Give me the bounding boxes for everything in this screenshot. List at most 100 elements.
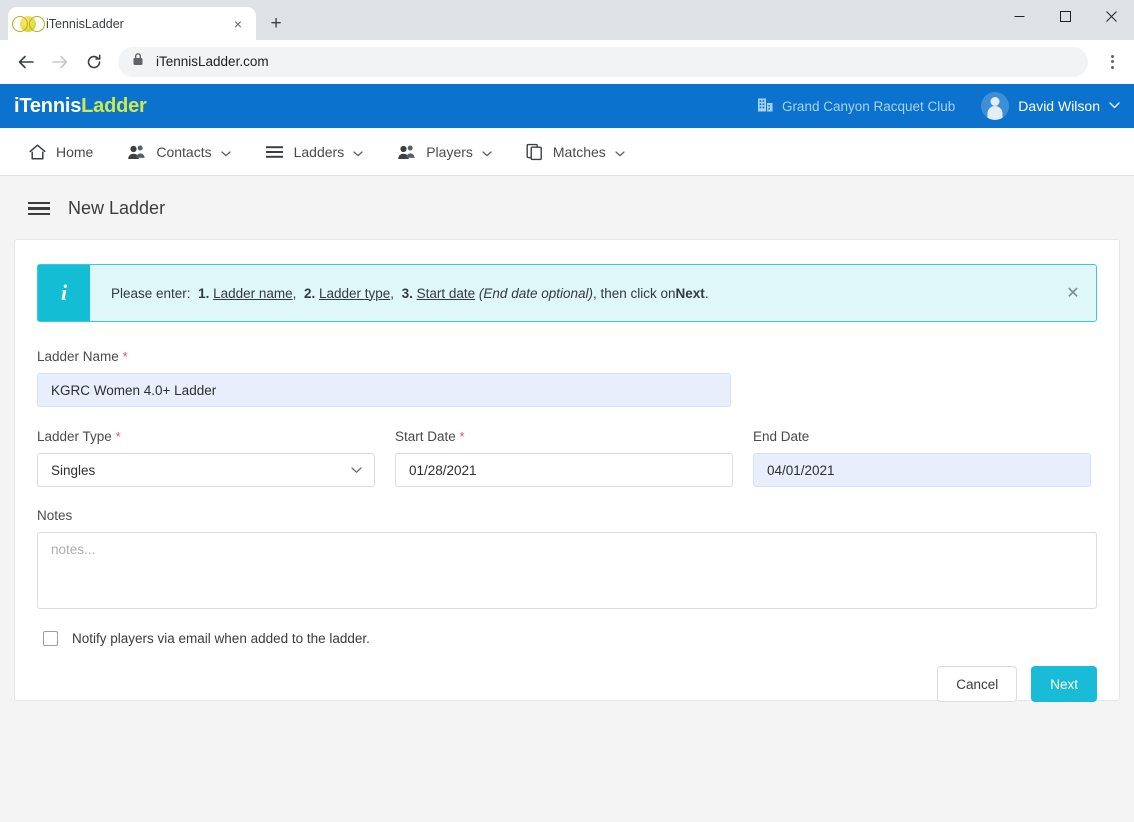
banner-step1-num: 1. — [198, 286, 209, 301]
ladder-type-select[interactable]: SinglesDoubles — [37, 453, 375, 487]
nav-item-label: Ladders — [294, 144, 345, 160]
notify-label: Notify players via email when added to t… — [72, 631, 370, 646]
minimize-icon[interactable] — [996, 0, 1042, 32]
start-date-label-text: Start Date — [395, 429, 456, 444]
nav-item-ladders[interactable]: Ladders — [265, 128, 364, 175]
nav-item-players[interactable]: Players — [397, 128, 492, 175]
club-selector[interactable]: Grand Canyon Racquet Club — [757, 97, 955, 116]
end-date-field: End Date — [753, 429, 1091, 487]
ladder-name-field: Ladder Name * — [37, 349, 1097, 407]
home-icon — [28, 143, 47, 161]
browser-tab[interactable]: iTennisLadder × — [8, 7, 256, 40]
nav-item-home[interactable]: Home — [28, 128, 93, 175]
ladder-name-label: Ladder Name * — [37, 349, 1097, 364]
notes-label: Notes — [37, 508, 1097, 523]
notify-checkbox[interactable] — [43, 631, 58, 646]
nav-item-matches[interactable]: Matches — [526, 128, 625, 175]
app-logo[interactable]: iTennisLadder — [14, 95, 147, 118]
banner-tail-pre: , then click on — [593, 286, 676, 301]
form-actions: Cancel Next — [37, 666, 1097, 702]
banner-step3-note: (End date optional) — [479, 286, 593, 301]
user-menu[interactable]: David Wilson — [981, 92, 1120, 120]
browser-tab-title: iTennisLadder — [46, 17, 220, 31]
end-date-label: End Date — [753, 429, 1091, 444]
close-icon[interactable]: × — [230, 16, 246, 32]
start-date-input[interactable] — [395, 453, 733, 487]
new-tab-button[interactable]: + — [262, 9, 290, 37]
info-banner: i Please enter: 1. Ladder name, 2. Ladde… — [37, 264, 1097, 322]
required-mark: * — [116, 429, 121, 444]
reload-icon[interactable] — [78, 46, 110, 78]
notes-textarea[interactable] — [37, 532, 1097, 609]
page-title-bar: New Ladder — [0, 176, 1134, 239]
banner-tail-bold: Next — [676, 286, 705, 301]
window-controls — [996, 0, 1134, 32]
ladder-type-label: Ladder Type * — [37, 429, 375, 444]
banner-step1-link[interactable]: Ladder name — [213, 286, 293, 301]
header-right: Grand Canyon Racquet Club David Wilson — [757, 92, 1120, 120]
banner-close-icon[interactable]: ✕ — [1050, 265, 1096, 321]
nav-item-label: Contacts — [156, 144, 211, 160]
nav-item-contacts[interactable]: Contacts — [127, 128, 230, 175]
chevron-down-icon — [1109, 100, 1120, 112]
banner-lead: Please enter: — [111, 286, 191, 301]
hamburger-icon[interactable] — [28, 202, 50, 216]
chevron-down-icon — [482, 144, 492, 160]
club-name: Grand Canyon Racquet Club — [782, 99, 955, 114]
cancel-button[interactable]: Cancel — [937, 666, 1017, 702]
ladder-type-field: Ladder Type * SinglesDoubles — [37, 429, 375, 487]
browser-tab-strip: iTennisLadder × + — [0, 0, 1134, 40]
window-close-icon[interactable] — [1088, 0, 1134, 32]
logo-part2: Ladder — [81, 95, 146, 117]
contacts-icon — [127, 143, 147, 161]
app-header: iTennisLadder Grand Canyon Racquet Club … — [0, 84, 1134, 128]
user-name: David Wilson — [1018, 98, 1100, 114]
banner-step2-link[interactable]: Ladder type — [319, 286, 390, 301]
end-date-input[interactable] — [753, 453, 1091, 487]
maximize-icon[interactable] — [1042, 0, 1088, 32]
building-icon — [757, 97, 774, 116]
ladder-name-label-text: Ladder Name — [37, 349, 119, 364]
chevron-down-icon — [615, 144, 625, 160]
info-banner-text: Please enter: 1. Ladder name, 2. Ladder … — [90, 265, 1050, 321]
new-ladder-card: i Please enter: 1. Ladder name, 2. Ladde… — [14, 239, 1120, 701]
address-bar-url: iTennisLadder.com — [156, 54, 269, 69]
forward-icon[interactable] — [44, 46, 76, 78]
notify-row: Notify players via email when added to t… — [37, 631, 1097, 646]
banner-step3-num: 3. — [402, 286, 413, 301]
page-title: New Ladder — [68, 198, 165, 219]
nav-item-label: Players — [426, 144, 473, 160]
list-icon — [265, 144, 285, 160]
tennis-ball-icon — [20, 16, 36, 32]
avatar — [981, 92, 1009, 120]
player-icon — [397, 143, 417, 161]
logo-part1: iTennis — [14, 95, 81, 117]
banner-step2-num: 2. — [304, 286, 315, 301]
required-mark: * — [123, 349, 128, 364]
copy-pages-icon — [526, 143, 544, 161]
ladder-type-label-text: Ladder Type — [37, 429, 112, 444]
chevron-down-icon — [221, 144, 231, 160]
address-bar[interactable]: iTennisLadder.com — [118, 47, 1088, 77]
page-body: New Ladder i Please enter: 1. Ladder nam… — [0, 176, 1134, 822]
main-nav: Home Contacts Ladders Players Matches — [0, 128, 1134, 176]
nav-item-label: Home — [56, 144, 93, 160]
end-date-label-text: End Date — [753, 429, 809, 444]
chevron-down-icon — [353, 144, 363, 160]
ladder-details-row: Ladder Type * SinglesDoubles Start Date … — [37, 429, 1097, 487]
banner-tail-post: . — [705, 286, 709, 301]
back-icon[interactable] — [10, 46, 42, 78]
banner-comma1: , — [293, 286, 297, 301]
banner-step3-link[interactable]: Start date — [417, 286, 476, 301]
notes-field: Notes — [37, 508, 1097, 614]
start-date-field: Start Date * — [395, 429, 733, 487]
next-button[interactable]: Next — [1031, 666, 1097, 702]
browser-toolbar: iTennisLadder.com — [0, 40, 1134, 84]
lock-icon — [132, 52, 144, 71]
start-date-label: Start Date * — [395, 429, 733, 444]
banner-comma2: , — [390, 286, 394, 301]
required-mark: * — [460, 429, 465, 444]
nav-item-label: Matches — [553, 144, 606, 160]
ladder-name-input[interactable] — [37, 373, 731, 407]
kebab-menu-icon[interactable] — [1098, 46, 1126, 78]
